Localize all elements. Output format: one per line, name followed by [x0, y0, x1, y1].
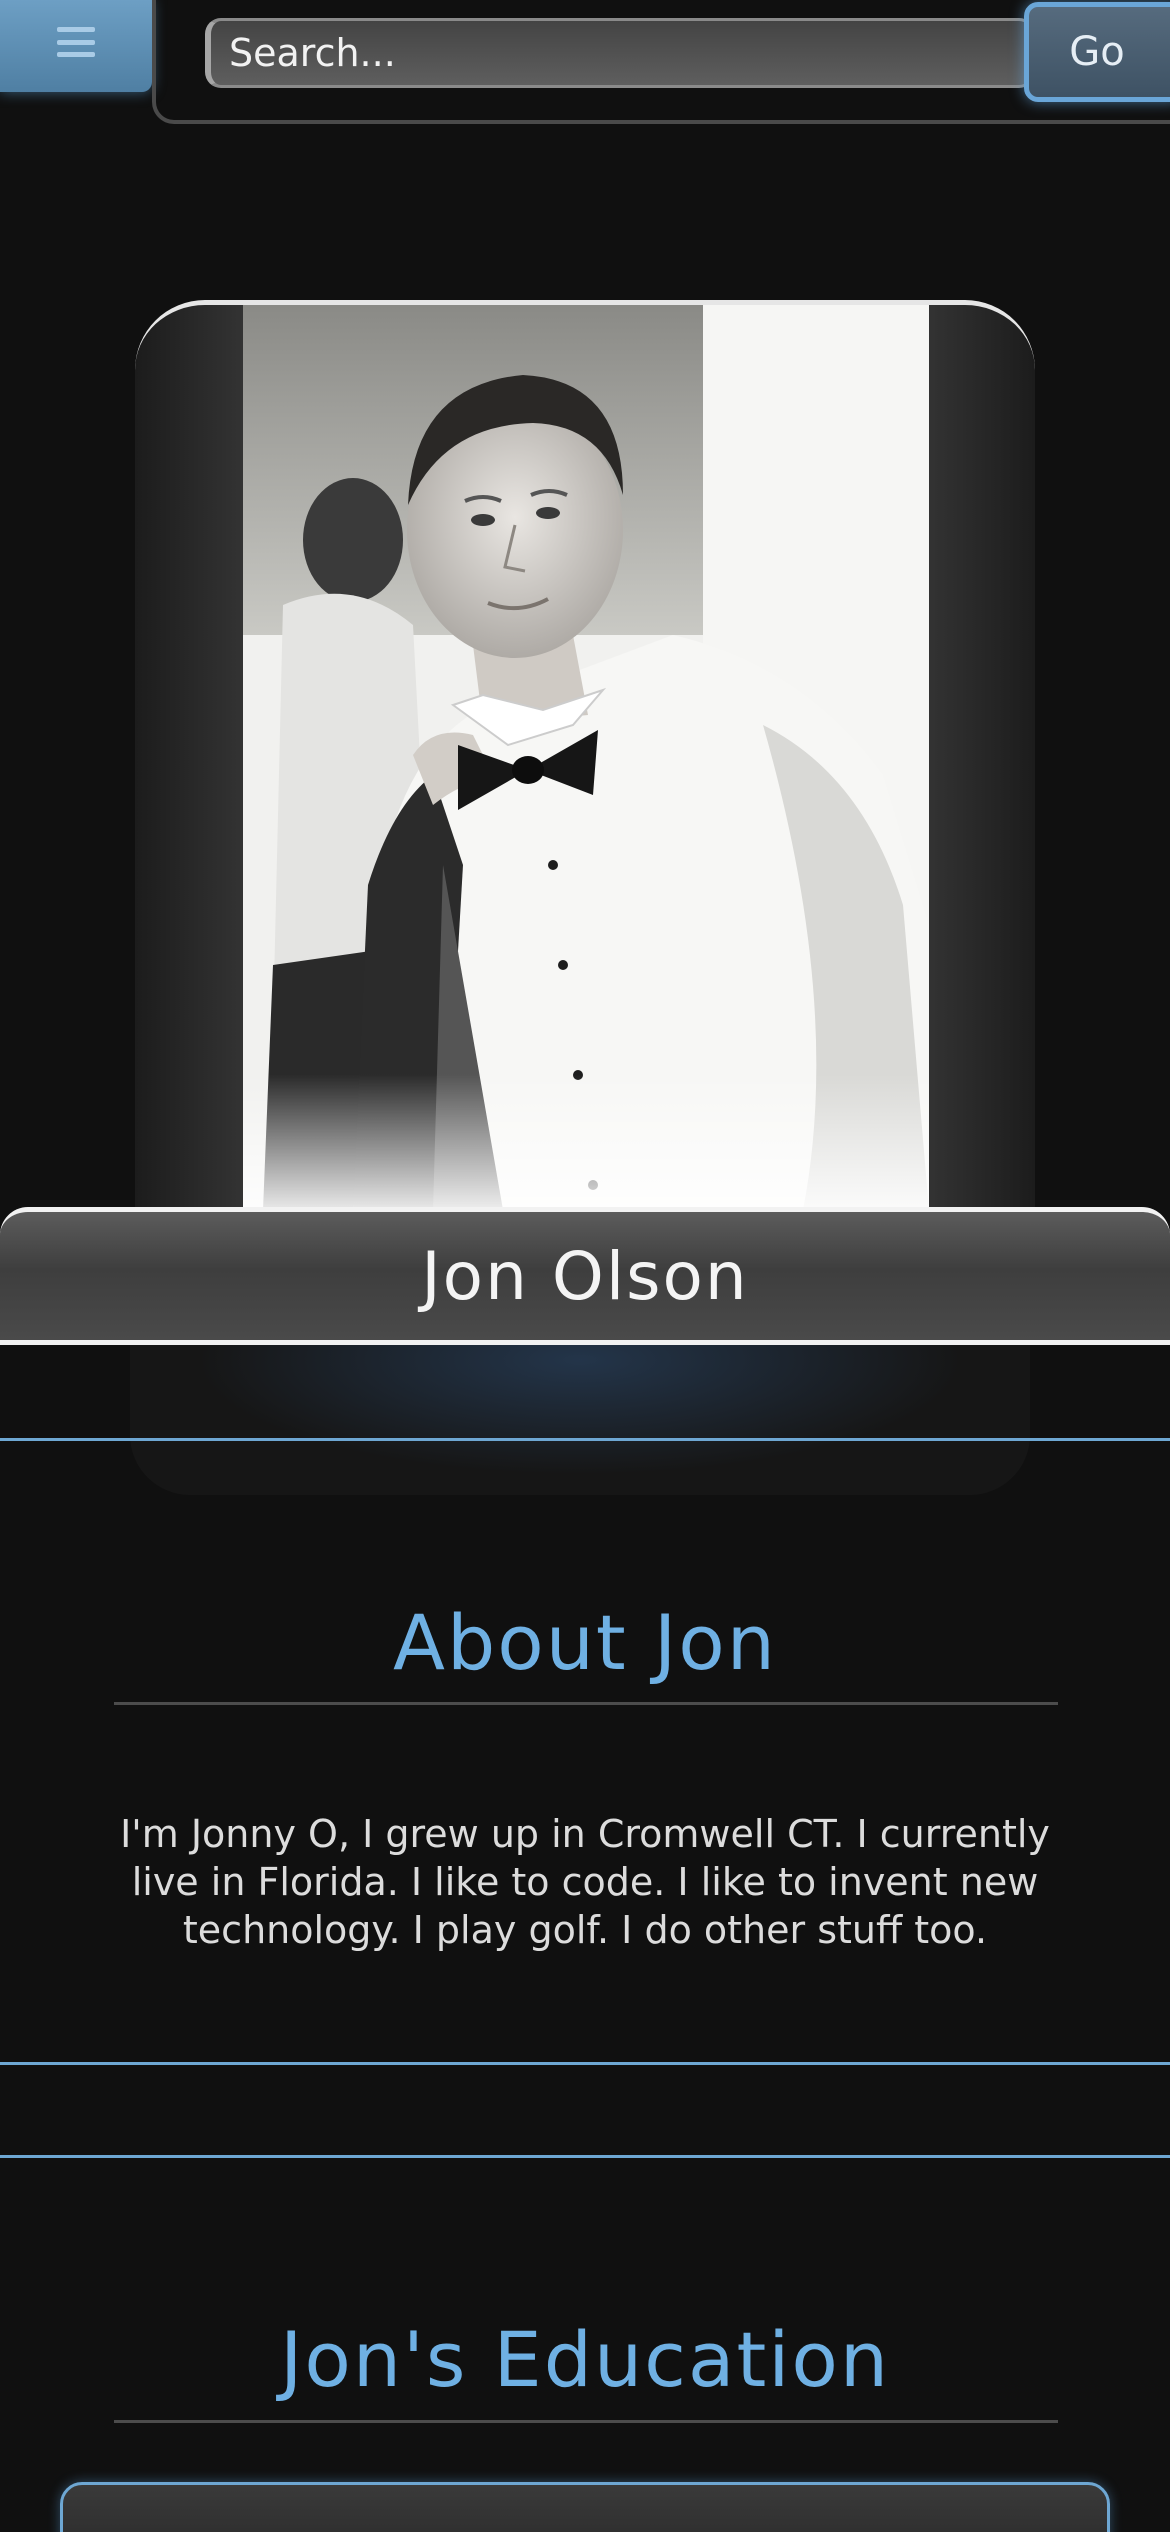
profile-name: Jon Olson [421, 1237, 749, 1315]
about-title: About Jon [393, 1598, 777, 1687]
section-divider [0, 1438, 1170, 1441]
title-underline [114, 2420, 1058, 2423]
education-title: Jon's Education [279, 2315, 891, 2404]
profile-photo-frame [135, 300, 1035, 1210]
profile-photo [243, 305, 929, 1210]
menu-button[interactable] [0, 0, 152, 92]
section-divider [0, 2062, 1170, 2065]
name-banner: Jon Olson [0, 1207, 1170, 1345]
hamburger-icon [57, 27, 95, 57]
about-text: I'm Jonny O, I grew up in Cromwell CT. I… [120, 1812, 1050, 1952]
go-button[interactable]: Go [1024, 2, 1170, 102]
page: Go [0, 0, 1170, 2532]
search-input[interactable] [205, 18, 1035, 88]
card-underglow [130, 1345, 1030, 1495]
title-underline [114, 1702, 1058, 1705]
section-divider [0, 2155, 1170, 2158]
education-card [60, 2482, 1110, 2532]
